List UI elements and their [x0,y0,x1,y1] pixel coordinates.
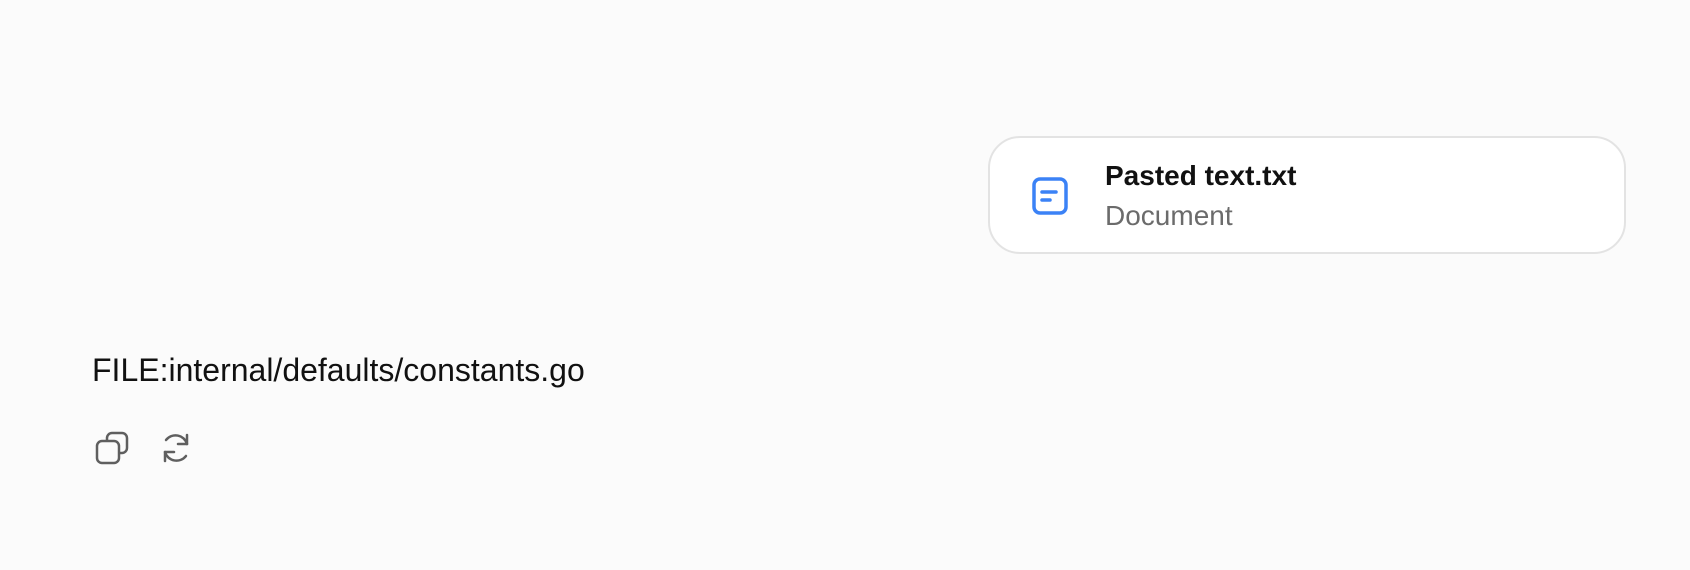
assistant-response-text: FILE:internal/defaults/constants.go [92,352,585,388]
refresh-icon [158,430,194,471]
copy-button[interactable] [90,428,134,472]
attachment-file-name: Pasted text.txt [1105,160,1297,191]
attachment-file-type: Document [1105,200,1233,231]
regenerate-button[interactable] [154,428,198,472]
copy-icon [94,430,130,471]
document-icon [1031,176,1069,216]
attachment-card[interactable]: Pasted text.txt Document [988,136,1626,254]
